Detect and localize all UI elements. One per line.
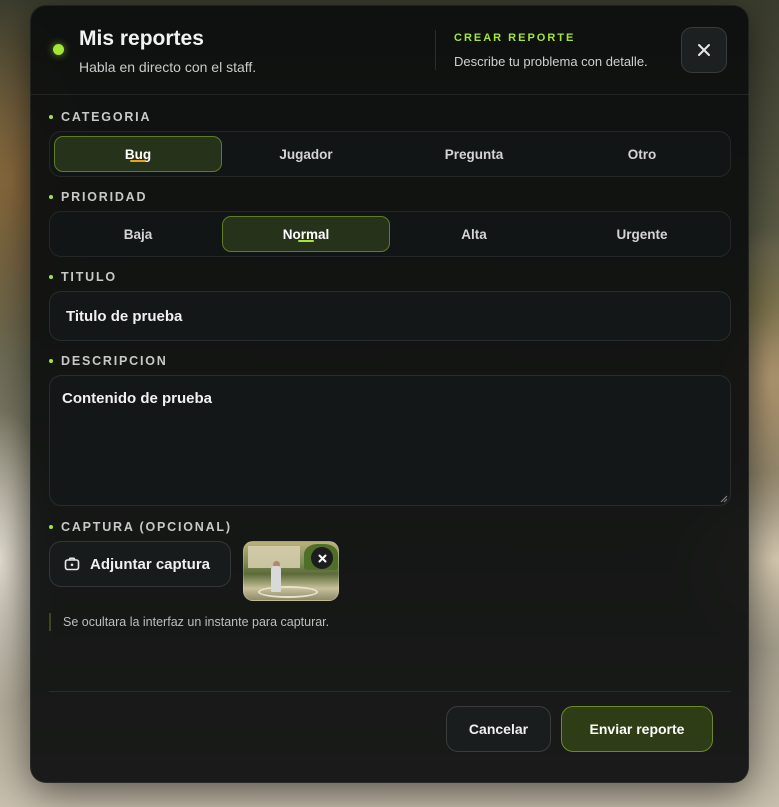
description-textarea[interactable]: Contenido de prueba xyxy=(49,375,731,506)
priority-label: PRIORIDAD xyxy=(61,190,148,204)
priority-option-urgente[interactable]: Urgente xyxy=(558,216,726,252)
modal-header: Mis reportes Habla en directo con el sta… xyxy=(31,6,750,95)
description-label: DESCRIPCION xyxy=(61,354,168,368)
category-option-label: Jugador xyxy=(279,146,333,162)
bullet-dot xyxy=(49,275,53,279)
bullet-dot xyxy=(49,525,53,529)
submit-report-button[interactable]: Enviar reporte xyxy=(561,706,713,752)
bullet-dot xyxy=(49,359,53,363)
category-option-label: Pregunta xyxy=(444,146,504,162)
category-label-row: CATEGORIA xyxy=(49,110,151,124)
page-title: Mis reportes xyxy=(79,27,204,50)
priority-label-row: PRIORIDAD xyxy=(49,190,147,204)
active-underline xyxy=(130,160,146,162)
category-option-label: Otro xyxy=(627,146,657,162)
category-option-bug[interactable]: Bug xyxy=(54,136,222,172)
header-divider xyxy=(435,30,436,70)
capture-label-row: CAPTURA (OPCIONAL) xyxy=(49,520,232,534)
category-label: CATEGORIA xyxy=(61,110,152,124)
create-report-description: Describe tu problema con detalle. xyxy=(454,54,648,69)
capture-hint: Se ocultara la interfaz un instante para… xyxy=(49,613,329,631)
bullet-dot xyxy=(49,195,53,199)
create-report-kicker: CREAR REPORTE xyxy=(454,32,576,44)
category-option-otro[interactable]: Otro xyxy=(558,136,726,172)
bullet-dot xyxy=(49,115,53,119)
capture-label: CAPTURA (OPCIONAL) xyxy=(61,520,232,534)
title-label: TITULO xyxy=(61,270,117,284)
status-dot xyxy=(53,44,64,55)
priority-option-label: Urgente xyxy=(616,226,668,242)
active-underline xyxy=(298,240,314,242)
category-option-pregunta[interactable]: Pregunta xyxy=(390,136,558,172)
close-icon xyxy=(698,44,710,56)
title-input[interactable] xyxy=(49,291,731,341)
resize-grip-icon[interactable] xyxy=(720,495,728,503)
priority-option-alta[interactable]: Alta xyxy=(390,216,558,252)
priority-option-label: Alta xyxy=(461,226,487,242)
attach-capture-button[interactable]: Adjuntar captura xyxy=(49,541,231,587)
priority-option-baja[interactable]: Baja xyxy=(54,216,222,252)
page-subtitle: Habla en directo con el staff. xyxy=(79,59,257,75)
camera-icon xyxy=(64,557,80,571)
priority-selector: Baja Normal Alta Urgente xyxy=(49,211,731,257)
footer-divider xyxy=(49,691,731,692)
category-selector: Bug Jugador Pregunta Otro xyxy=(49,131,731,177)
category-option-jugador[interactable]: Jugador xyxy=(222,136,390,172)
priority-option-label: Baja xyxy=(123,226,153,242)
attach-capture-label: Adjuntar captura xyxy=(90,555,211,573)
remove-capture-button[interactable] xyxy=(311,547,333,569)
description-label-row: DESCRIPCION xyxy=(49,354,168,368)
title-label-row: TITULO xyxy=(49,270,117,284)
report-modal: Mis reportes Habla en directo con el sta… xyxy=(30,5,750,783)
cancel-button[interactable]: Cancelar xyxy=(446,706,551,752)
remove-icon xyxy=(318,554,326,562)
priority-option-normal[interactable]: Normal xyxy=(222,216,390,252)
close-button[interactable] xyxy=(681,27,727,73)
